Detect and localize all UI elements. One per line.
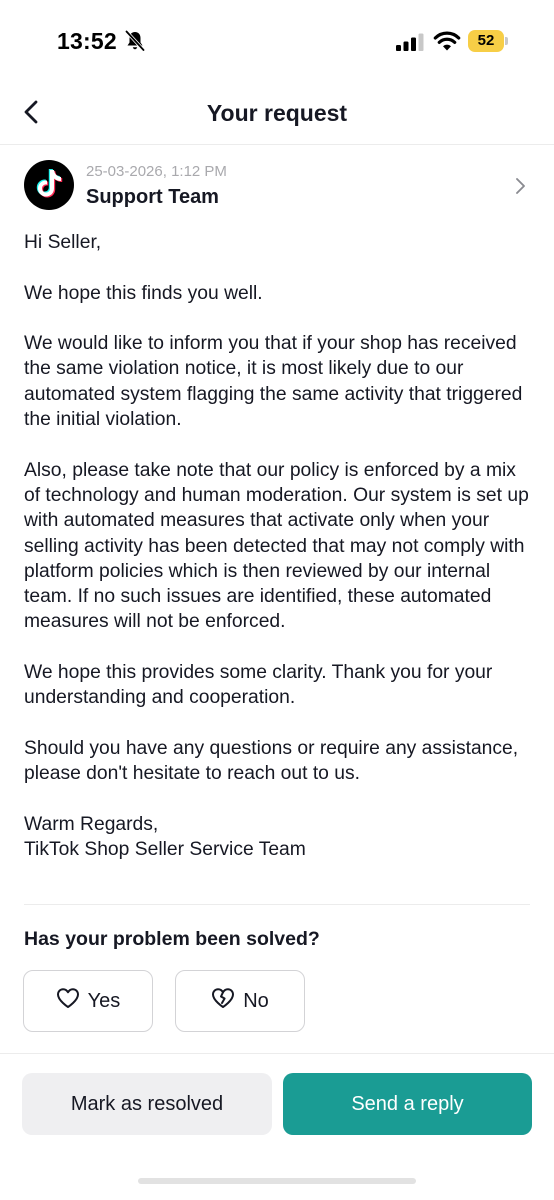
nav-header: Your request bbox=[0, 84, 554, 144]
message-paragraph: We would like to inform you that if your… bbox=[24, 333, 523, 431]
yes-button[interactable]: Yes bbox=[23, 970, 153, 1032]
no-button[interactable]: No bbox=[175, 970, 305, 1032]
signoff-text: Warm Regards, bbox=[24, 813, 159, 835]
footer-divider bbox=[0, 1053, 554, 1054]
signature-text: TikTok Shop Seller Service Team bbox=[24, 839, 306, 861]
cellular-signal-icon bbox=[396, 33, 426, 51]
sender-name: Support Team bbox=[86, 186, 219, 208]
message-paragraph: Hi Seller, bbox=[24, 232, 102, 253]
battery-level: 52 bbox=[477, 32, 495, 49]
status-bar: 13:52 52 bbox=[0, 0, 554, 84]
home-indicator bbox=[138, 1178, 416, 1184]
heart-icon bbox=[56, 987, 80, 1015]
tiktok-logo-icon bbox=[34, 167, 64, 204]
message-paragraph: We hope this provides some clarity. Than… bbox=[24, 662, 493, 709]
avatar bbox=[24, 160, 74, 210]
send-reply-button[interactable]: Send a reply bbox=[283, 1073, 532, 1135]
header-divider bbox=[0, 144, 554, 145]
status-time: 13:52 bbox=[57, 28, 117, 54]
message-paragraph: We hope this finds you well. bbox=[24, 282, 263, 304]
bell-slash-icon bbox=[123, 29, 147, 53]
feedback-question: Has your problem been solved? bbox=[24, 928, 320, 950]
message-date: 25-03-2026, 1:12 PM bbox=[86, 163, 227, 180]
no-label: No bbox=[243, 989, 269, 1012]
broken-heart-icon bbox=[211, 987, 235, 1015]
yes-label: Yes bbox=[87, 989, 121, 1012]
message-paragraph: Should you have any questions or require… bbox=[24, 737, 519, 785]
mark-as-resolved-button[interactable]: Mark as resolved bbox=[22, 1073, 272, 1135]
message-body: Hi Seller, We hope this finds you well. … bbox=[24, 230, 536, 862]
page-title: Your request bbox=[206, 100, 348, 126]
section-divider bbox=[24, 904, 530, 905]
wifi-icon bbox=[433, 31, 461, 51]
sender-row[interactable]: 25-03-2026, 1:12 PM Support Team bbox=[0, 150, 554, 222]
chevron-right-icon bbox=[510, 176, 530, 196]
message-signoff: Warm Regards, TikTok Shop Seller Service… bbox=[24, 812, 536, 863]
battery-icon: 52 bbox=[468, 30, 508, 52]
message-paragraph: Also, please take note that our policy i… bbox=[24, 459, 529, 633]
